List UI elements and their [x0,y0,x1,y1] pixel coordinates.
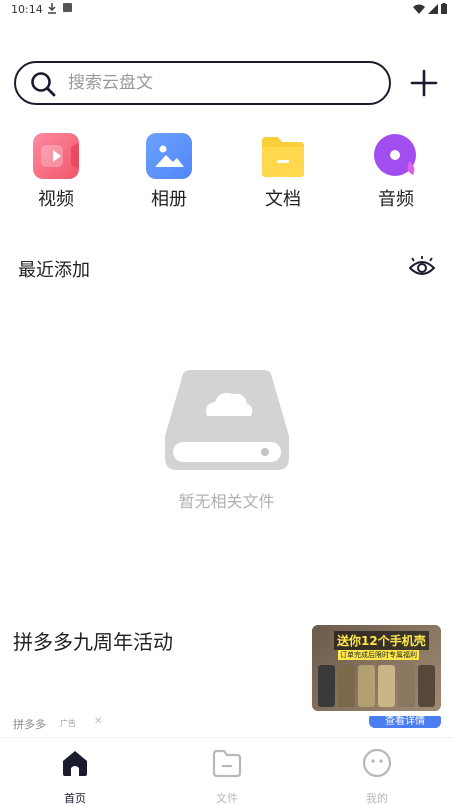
recent-section-header: 最近添加 [18,255,435,281]
search-box[interactable] [14,61,391,105]
cloud-drive-icon [164,370,289,470]
search-icon [31,72,56,97]
photo-album-icon [146,133,192,179]
category-label: 文档 [265,189,301,210]
tab-label: 文件 [216,792,238,805]
status-time: 10:14 [11,3,43,16]
folder-icon [212,749,242,778]
category-video[interactable]: 视频 [21,133,91,211]
download-icon [48,3,56,14]
tab-label: 首页 [64,792,86,805]
category-document[interactable]: 文档 [248,133,318,211]
empty-state: 暂无相关文件 [0,370,453,512]
tab-profile[interactable]: 我的 [337,748,417,805]
recent-title: 最近添加 [18,260,90,281]
category-label: 相册 [151,189,187,210]
ad-image[interactable]: 送你12个手机壳 订单完成后限时专属福利 [312,625,441,711]
add-button[interactable] [410,69,438,97]
search-input[interactable] [68,71,368,95]
bottom-tab-bar: 首页 文件 我的 [0,737,453,805]
video-icon [33,133,79,179]
audio-icon [373,133,419,179]
profile-icon [362,748,392,778]
category-album[interactable]: 相册 [134,133,204,211]
status-bar: 10:14 [0,0,453,20]
category-label: 音频 [378,189,414,210]
empty-message: 暂无相关文件 [178,492,275,511]
ad-brand: 拼多多 [13,718,46,731]
category-shortcuts: 视频 相册 文档 音频 [0,133,453,213]
ad-title[interactable]: 拼多多九周年活动 [13,626,173,655]
ad-detail-button[interactable]: 查看详情 [369,716,441,728]
category-audio[interactable]: 音频 [361,133,431,211]
status-indicators [413,3,447,14]
signal-icon [428,3,438,14]
phone-cases-image [318,665,435,707]
ad-image-headline: 送你12个手机壳 [334,631,429,650]
category-label: 视频 [38,189,74,210]
eye-icon[interactable] [409,255,435,279]
ad-card[interactable]: 拼多多九周年活动 拼多多 广告 ✕ 送你12个手机壳 订单完成后限时专属福利 查… [0,620,453,735]
tab-home[interactable]: 首页 [35,748,115,805]
ad-image-subline: 订单完成后限时专属福利 [338,650,419,660]
battery-icon [441,3,447,14]
tab-files[interactable]: 文件 [187,748,267,805]
notification-icon [63,3,72,12]
ad-tag: 广告 [60,719,76,728]
search-row [14,61,439,105]
document-folder-icon [260,133,306,179]
wifi-icon [413,4,425,14]
tab-label: 我的 [366,792,388,805]
home-icon [63,751,87,776]
close-icon[interactable]: ✕ [94,716,102,727]
